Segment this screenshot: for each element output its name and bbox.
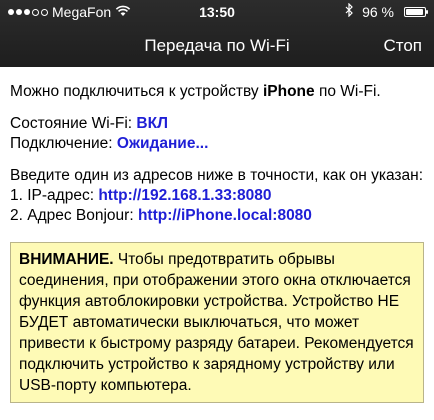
page-title: Передача по Wi-Fi [144, 36, 290, 55]
warning-text: Чтобы предотвратить обрывы соединения, п… [19, 251, 414, 394]
wifi-state-row: Состояние Wi-Fi: ВКЛ [10, 114, 424, 134]
connection-label: Подключение: [10, 135, 117, 152]
navigation-bar: Передача по Wi-Fi Стоп [0, 24, 434, 67]
bonjour-address-value: http://iPhone.local:8080 [137, 207, 312, 224]
ip-address-label: 1. IP-адрес: [10, 187, 99, 204]
bluetooth-icon [345, 0, 354, 24]
wifi-state-label: Состояние Wi-Fi: [10, 115, 137, 132]
warning-heading: ВНИМАНИЕ. [19, 251, 114, 268]
status-bar: MegaFon 13:50 96 % [0, 0, 434, 24]
instruction-text: Введите один из адресов ниже в точности,… [10, 167, 424, 184]
intro-prefix: Можно подключиться к устройству [10, 83, 263, 100]
warning-box: ВНИМАНИЕ. Чтобы предотвратить обрывы сое… [10, 242, 424, 403]
intro-suffix: по Wi-Fi. [314, 83, 381, 100]
top-bar: MegaFon 13:50 96 % Передача по Wi-Fi Сто… [0, 0, 434, 67]
wifi-state-value: ВКЛ [136, 115, 168, 132]
ip-address-value: http://192.168.1.33:8080 [98, 187, 272, 204]
main-content: Можно подключиться к устройству iPhone п… [0, 67, 434, 226]
connection-row: Подключение: Ожидание... [10, 134, 424, 154]
bonjour-address-label: 2. Адрес Bonjour: [10, 207, 138, 224]
connection-status: Ожидание... [116, 135, 209, 152]
ip-address-row: 1. IP-адрес: http://192.168.1.33:8080 [10, 186, 424, 206]
bonjour-address-row: 2. Адрес Bonjour: http://iPhone.local:80… [10, 206, 424, 226]
stop-button[interactable]: Стоп [383, 24, 422, 67]
battery-icon [404, 7, 428, 17]
intro-text: Можно подключиться к устройству iPhone п… [10, 82, 424, 102]
device-name: iPhone [262, 83, 315, 100]
battery-percent: 96 % [362, 4, 394, 20]
